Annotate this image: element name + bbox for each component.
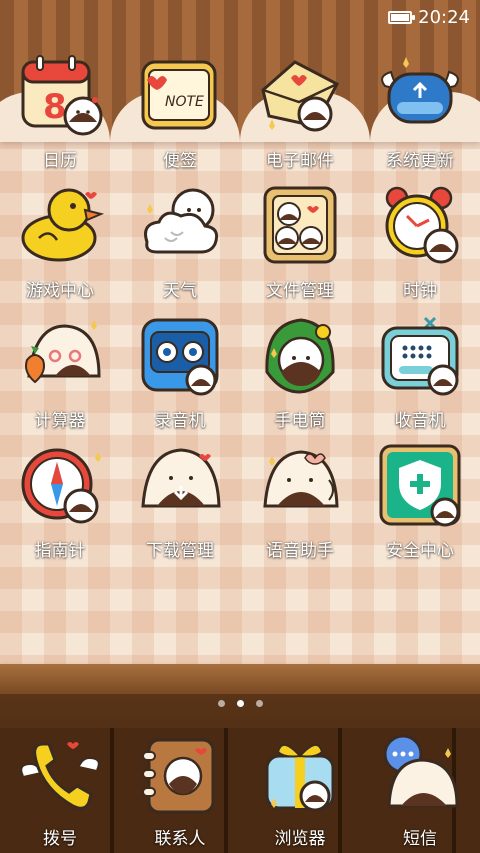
app-security-center[interactable]: 安全中心 bbox=[360, 440, 480, 570]
app-download-manager[interactable]: 下载管理 bbox=[120, 440, 240, 570]
app-label: 收音机 bbox=[394, 411, 446, 431]
shelf bbox=[0, 664, 480, 694]
page-indicator[interactable] bbox=[0, 700, 480, 707]
app-label: 天气 bbox=[163, 281, 197, 301]
dock-contacts[interactable]: 联系人 bbox=[120, 730, 240, 849]
app-label: 手电筒 bbox=[274, 411, 326, 431]
app-note[interactable]: NOTE 便签 bbox=[120, 50, 240, 180]
app-label: 安全中心 bbox=[386, 541, 454, 561]
app-mail[interactable]: 电子邮件 bbox=[240, 50, 360, 180]
page-dot[interactable] bbox=[217, 700, 225, 707]
duck-icon bbox=[21, 188, 105, 262]
recorder-icon bbox=[141, 318, 219, 396]
shield-icon bbox=[379, 444, 461, 527]
mail-icon bbox=[261, 60, 340, 132]
app-voice-assistant[interactable]: 语音助手 bbox=[240, 440, 360, 570]
app-calculator[interactable]: 计算器 bbox=[0, 310, 120, 440]
cloud-icon bbox=[144, 188, 219, 254]
app-system-update[interactable]: 系统更新 bbox=[360, 50, 480, 180]
app-file-manager[interactable]: 文件管理 bbox=[240, 180, 360, 310]
note-icon: NOTE bbox=[141, 60, 217, 130]
app-label: 便签 bbox=[163, 151, 197, 171]
app-label: 游戏中心 bbox=[26, 281, 94, 301]
app-label: 拨号 bbox=[43, 829, 77, 849]
alarm-clock-icon bbox=[385, 186, 459, 264]
app-compass[interactable]: 指南针 bbox=[0, 440, 120, 570]
status-time: 20:24 bbox=[418, 6, 470, 28]
phone-icon bbox=[20, 742, 100, 810]
app-label: 文件管理 bbox=[266, 281, 334, 301]
calculator-icon bbox=[25, 320, 101, 384]
voice-assistant-icon bbox=[263, 450, 339, 508]
download-icon bbox=[141, 448, 221, 508]
battery-icon bbox=[388, 10, 416, 24]
compass-icon bbox=[21, 448, 101, 524]
app-recorder[interactable]: 录音机 bbox=[120, 310, 240, 440]
radio-icon bbox=[381, 316, 459, 396]
page-dot[interactable] bbox=[255, 700, 263, 707]
page-dot-active[interactable] bbox=[236, 700, 244, 707]
contacts-icon bbox=[142, 738, 215, 814]
app-clock[interactable]: 时钟 bbox=[360, 180, 480, 310]
update-icon bbox=[381, 57, 459, 124]
dock-messages[interactable]: 短信 bbox=[360, 730, 480, 849]
app-radio[interactable]: 收音机 bbox=[360, 310, 480, 440]
app-flashlight[interactable]: 手电筒 bbox=[240, 310, 360, 440]
app-label: 时钟 bbox=[403, 281, 437, 301]
app-label: 日历 bbox=[43, 151, 77, 171]
app-calendar[interactable]: 8 日历 bbox=[0, 50, 120, 180]
app-label: 联系人 bbox=[154, 829, 206, 849]
app-label: 语音助手 bbox=[266, 541, 334, 561]
dock-browser[interactable]: 浏览器 bbox=[240, 730, 360, 849]
flashlight-icon bbox=[265, 318, 335, 394]
calendar-icon: 8 bbox=[21, 55, 103, 136]
app-label: 下载管理 bbox=[146, 541, 214, 561]
app-label: 计算器 bbox=[34, 411, 86, 431]
app-label: 录音机 bbox=[154, 411, 206, 431]
app-weather[interactable]: 天气 bbox=[120, 180, 240, 310]
dock: 拨号 联系人 浏览器 短信 bbox=[0, 730, 480, 849]
app-label: 指南针 bbox=[34, 541, 86, 561]
message-bubble-icon bbox=[383, 734, 459, 808]
app-label: 浏览器 bbox=[274, 829, 326, 849]
gift-browser-icon bbox=[265, 744, 335, 812]
status-bar: 20:24 bbox=[0, 0, 480, 34]
note-icon-text: NOTE bbox=[165, 94, 204, 110]
folder-icon bbox=[263, 186, 337, 264]
app-grid: 8 日历 NOTE 便签 电子邮件 系统更新 游戏中心 天气 文件管理 时钟 计… bbox=[0, 50, 480, 570]
app-label: 电子邮件 bbox=[266, 151, 334, 171]
app-label: 短信 bbox=[403, 829, 437, 849]
svg-text:8: 8 bbox=[43, 87, 67, 127]
app-label: 系统更新 bbox=[386, 151, 454, 171]
dock-phone[interactable]: 拨号 bbox=[0, 730, 120, 849]
app-game-center[interactable]: 游戏中心 bbox=[0, 180, 120, 310]
